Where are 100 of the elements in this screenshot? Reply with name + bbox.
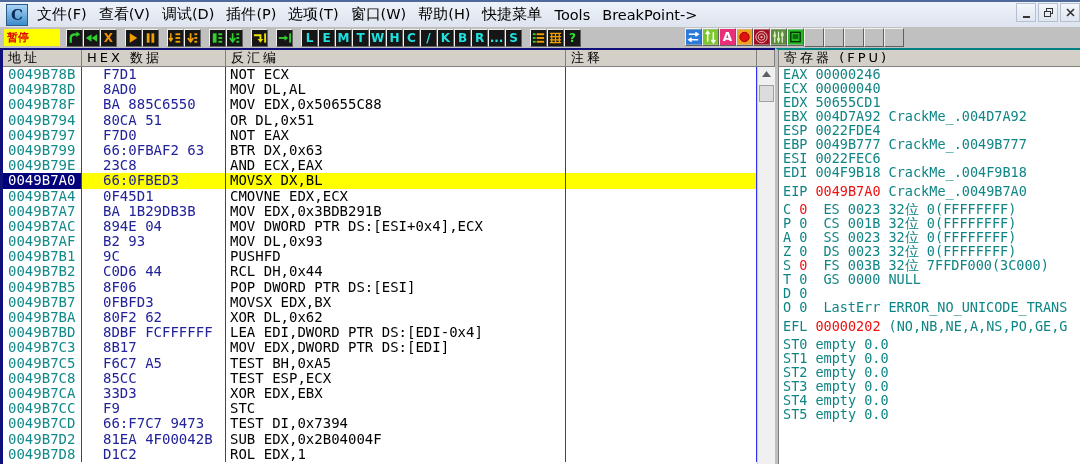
toolbar-button[interactable]: X [100, 28, 117, 47]
toolbar-button[interactable] [251, 28, 268, 47]
toolbar-button[interactable] [530, 28, 547, 47]
register-detail: CS 001B 32位 0(FFFFFFFF) [823, 216, 1017, 230]
menu-item[interactable]: 插件(P) [222, 4, 281, 25]
hex-cell: B2 93 [82, 234, 226, 250]
register-name: ST1 [783, 351, 808, 365]
toolbar-button[interactable]: R [471, 28, 488, 47]
register-detail: DS 0023 32位 0(FFFFFFFF) [823, 244, 1017, 258]
toolbar-button[interactable] [142, 28, 159, 47]
menu-item[interactable]: 帮助(H) [414, 4, 475, 25]
instruction-cell: XOR DL,0x62 [226, 310, 566, 326]
toolbar-button[interactable]: S [505, 28, 522, 47]
toolbar-button[interactable]: / [420, 28, 437, 47]
hex-cell: BA 885C6550 [82, 97, 226, 113]
menu-item[interactable]: 选项(T) [284, 4, 343, 25]
flag-name: P [783, 216, 792, 230]
toolbar-button[interactable]: T [352, 28, 369, 47]
register-value: 0049B777 [815, 137, 881, 151]
register-value: 0049B7A0 [815, 183, 881, 198]
address-cell: 0049B7A7 [3, 203, 82, 219]
menu-item[interactable]: 调试(D) [157, 4, 219, 25]
register-name: EFL [783, 318, 808, 333]
register-value: empty [815, 379, 857, 393]
hex-cell: 8F06 [82, 279, 226, 295]
address-cell: 0049B7B1 [3, 249, 82, 265]
toolbar-button[interactable]: C [403, 28, 420, 47]
column-header[interactable]: 地址 [3, 50, 82, 66]
up-down-arrows-icon [703, 29, 718, 45]
app-logo: C [6, 3, 28, 26]
toolbar-button[interactable] [125, 28, 142, 47]
minimize-button[interactable] [1016, 3, 1036, 22]
menu-item[interactable]: 查看(V) [94, 4, 154, 25]
toolbar-button[interactable]: M [335, 28, 352, 47]
register-detail: FS 003B 32位 7FFDF000(3C000) [823, 258, 1049, 272]
instruction-cell: MOV EDX,0x3BDB291B [226, 203, 566, 219]
toolbar-button[interactable]: L [301, 28, 318, 47]
toolbar-button[interactable]: ? [564, 28, 581, 47]
hex-cell: F6C7 A5 [82, 355, 226, 371]
menu-item[interactable]: BreakPoint-> [598, 5, 702, 24]
column-header[interactable]: 反汇编 [226, 50, 566, 66]
flag-name: D [783, 286, 792, 300]
address-cell: 0049B7A4 [3, 188, 82, 204]
toolbar-button[interactable] [276, 28, 293, 47]
flag-value: 0 [799, 216, 808, 230]
toolbar-button[interactable]: K [437, 28, 454, 47]
toolbar-button[interactable] [753, 28, 770, 46]
register-comment: 0.0 [864, 337, 889, 351]
register-detail: ES 0023 32位 0(FFFFFFFF) [823, 202, 1017, 216]
address-cell: 0049B7B7 [3, 294, 82, 310]
register-value: 50655CD1 [815, 95, 881, 109]
flag-value: 0 [799, 202, 808, 216]
status-label: 暂停 [4, 29, 60, 46]
toolbar-button[interactable]: B [454, 28, 471, 47]
flag-value: 0 [799, 286, 808, 300]
register-comment: CrackMe_.004F9B18 [888, 165, 1027, 179]
address-cell: 0049B7B5 [3, 279, 82, 295]
address-cell: 0049B7AC [3, 218, 82, 235]
toolbar-button[interactable] [66, 28, 83, 47]
hex-cell: 66:F7C7 9473 [82, 416, 226, 432]
restore-button[interactable] [1038, 3, 1058, 22]
menu-item[interactable]: Tools [550, 5, 595, 24]
toolbar-button[interactable] [685, 28, 702, 46]
toolbar-button[interactable]: ... [488, 28, 505, 47]
toolbar-button[interactable] [226, 28, 243, 47]
scrollbar-thumb[interactable] [759, 85, 774, 102]
toolbar-button[interactable] [167, 28, 184, 47]
column-header[interactable]: 注释 [566, 50, 757, 66]
toolbar-button[interactable] [83, 28, 100, 47]
register-name: ST4 [783, 393, 808, 407]
column-header[interactable]: HEX 数据 [82, 50, 226, 66]
toolbar-button[interactable]: W [369, 28, 386, 47]
hex-cell: C0D6 44 [82, 264, 226, 280]
toolbar-button[interactable] [787, 28, 804, 46]
register-comment: 0.0 [864, 379, 889, 393]
toolbar-button[interactable] [736, 28, 753, 46]
register-name: EAX [783, 67, 808, 81]
register-detail: LastErr ERROR_NO_UNICODE_TRANS [823, 300, 1068, 314]
toolbar-button[interactable]: H [386, 28, 403, 47]
toolbar-button[interactable]: E [318, 28, 335, 47]
menu-item[interactable]: 快捷菜单 [478, 4, 547, 25]
instruction-cell: BTR DX,0x63 [226, 142, 566, 159]
toolbar-button[interactable] [209, 28, 226, 47]
instruction-cell: MOV EDX,DWORD PTR DS:[EDI] [226, 340, 566, 356]
address-cell: 0049B799 [3, 142, 82, 159]
register-name: ST2 [783, 365, 808, 379]
address-cell: 0049B7C8 [3, 370, 82, 386]
toolbar-button[interactable] [184, 28, 201, 47]
register-comment: CrackMe_.004D7A92 [888, 109, 1027, 123]
toolbar-button[interactable] [547, 28, 564, 47]
toolbar-button[interactable]: A [719, 28, 736, 46]
register-comment: 0.0 [864, 351, 889, 365]
toolbar-button[interactable] [702, 28, 719, 46]
flag-value: 0 [799, 258, 808, 272]
register-comment: (NO,NB,NE,A,NS,PO,GE,G [888, 318, 1068, 333]
address-cell: 0049B7D8 [3, 446, 82, 462]
hex-cell: 66:0FBAF2 63 [82, 142, 226, 159]
menu-item[interactable]: 窗口(W) [346, 4, 411, 25]
close-button[interactable] [1060, 3, 1080, 22]
menu-item[interactable]: 文件(F) [33, 4, 91, 25]
